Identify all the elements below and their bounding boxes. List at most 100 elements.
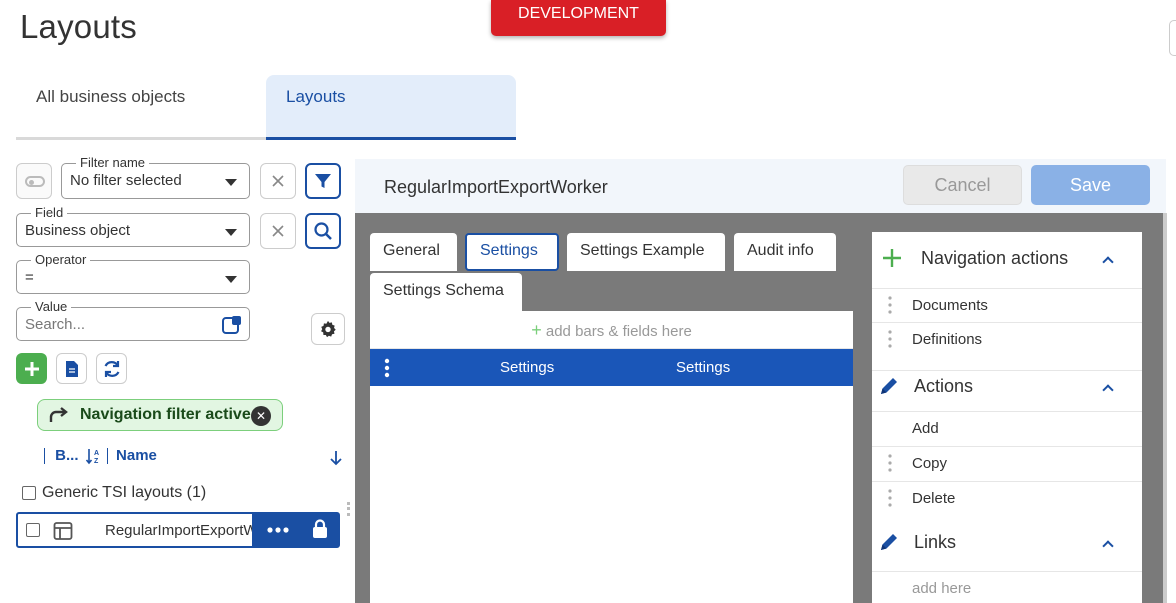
chevron-up-icon[interactable] (1102, 256, 1114, 268)
navigation-filter-chip: Navigation filter active ✕ (37, 399, 283, 431)
list-item[interactable]: Add (872, 411, 1142, 445)
action-add: Add (912, 420, 939, 437)
group-label: Generic TSI layouts (1) (42, 484, 207, 501)
field-value: Business object (25, 222, 131, 239)
corner-button[interactable] (1169, 20, 1176, 56)
field-label: Field (31, 205, 68, 221)
chevron-up-icon[interactable] (1102, 384, 1114, 396)
plus-icon: + (531, 320, 542, 340)
links-title: Links (914, 532, 957, 552)
group-row[interactable]: Generic TSI layouts (1) (22, 484, 206, 502)
column-b[interactable]: B... (55, 447, 78, 464)
navigation-actions-header[interactable]: Navigation actions (872, 246, 1142, 286)
navigation-actions-title: Navigation actions (921, 248, 1069, 268)
redo-arrow-icon (49, 407, 68, 422)
list-item[interactable]: Copy (872, 446, 1142, 480)
action-delete: Delete (912, 490, 956, 507)
actions-panel: Navigation actions Documents Definitions… (872, 232, 1142, 603)
more-icon[interactable] (267, 527, 289, 533)
resize-handle[interactable] (347, 502, 350, 516)
operator-label: Operator (31, 252, 91, 268)
chevron-down-icon (225, 179, 237, 186)
tab-settings[interactable]: Settings (465, 233, 559, 271)
add-bars-dropzone[interactable]: + add bars & fields here (370, 311, 853, 349)
tab-settings-schema[interactable]: Settings Schema (370, 273, 522, 311)
refresh-icon (104, 360, 119, 377)
refresh-button[interactable] (96, 353, 127, 384)
toggle-icon (25, 176, 45, 187)
operator-select[interactable]: Operator = (16, 252, 250, 294)
list-item[interactable]: RegularImportExportWorker (16, 512, 340, 548)
apply-filter-button[interactable] (305, 163, 341, 199)
drag-handle-icon[interactable] (888, 329, 892, 349)
drag-handle-icon[interactable] (384, 358, 390, 378)
tab-settings-example[interactable]: Settings Example (567, 233, 725, 271)
tab-all-business-objects[interactable]: All business objects (16, 75, 266, 140)
drag-handle-icon[interactable] (888, 453, 892, 473)
filter-name-label: Filter name (76, 155, 150, 171)
document-icon (65, 360, 78, 377)
close-icon (272, 175, 284, 187)
item-name: RegularImportExportWorker (105, 522, 255, 539)
funnel-icon (315, 174, 331, 188)
list-item[interactable]: Definitions (872, 322, 1142, 356)
pencil-icon (881, 378, 897, 394)
clear-field-button[interactable] (260, 213, 296, 249)
actions-header[interactable]: Actions (872, 370, 1142, 410)
actions-title: Actions (914, 376, 974, 396)
bar-column-settings: Settings (500, 359, 555, 376)
tab-general[interactable]: General (370, 233, 457, 271)
value-placeholder: Search... (25, 316, 86, 333)
page-title: Layouts (20, 8, 137, 45)
tab-layouts[interactable]: Layouts (266, 75, 516, 140)
tab-audit-info[interactable]: Audit info (734, 233, 836, 271)
drag-handle-icon[interactable] (888, 295, 892, 315)
search-button[interactable] (305, 213, 341, 249)
gear-icon (321, 320, 336, 338)
remove-chip-icon[interactable]: ✕ (251, 406, 271, 426)
environment-badge: DEVELOPMENT (491, 0, 666, 36)
bar-column-settings-2: Settings (676, 359, 731, 376)
nav-action-definitions: Definitions (912, 331, 983, 348)
chevron-down-icon (225, 276, 237, 283)
add-button[interactable] (16, 353, 47, 384)
filter-toggle[interactable] (16, 163, 52, 199)
sort-down-arrow-icon[interactable] (329, 450, 343, 466)
list-column-header: B... AZ Name (44, 447, 157, 465)
chevron-up-icon[interactable] (1102, 540, 1114, 552)
links-add-here: add here (912, 580, 972, 597)
open-dialog-icon[interactable] (221, 314, 243, 336)
list-item[interactable]: Delete (872, 481, 1142, 515)
editor-title: RegularImportExportWorker (384, 177, 608, 197)
settings-button[interactable] (311, 313, 345, 345)
group-checkbox[interactable] (22, 486, 36, 500)
drag-handle-icon[interactable] (888, 488, 892, 508)
nav-action-documents: Documents (912, 297, 988, 314)
list-item[interactable]: Documents (872, 288, 1142, 322)
chevron-down-icon (225, 229, 237, 236)
operator-value: = (25, 269, 34, 286)
cancel-button[interactable]: Cancel (903, 165, 1022, 205)
plus-icon (883, 249, 901, 267)
scrollbar[interactable] (1163, 213, 1167, 603)
value-field[interactable]: Value Search... (16, 299, 250, 341)
action-copy: Copy (912, 455, 948, 472)
pencil-icon (881, 534, 897, 550)
search-icon (314, 222, 332, 240)
svg-text:Z: Z (94, 458, 99, 465)
plus-icon (24, 361, 39, 376)
layout-icon (53, 522, 73, 540)
links-header[interactable]: Links (872, 528, 1142, 570)
close-icon (272, 225, 284, 237)
clear-filter-button[interactable] (260, 163, 296, 199)
lock-icon[interactable] (311, 519, 329, 539)
sort-az-icon[interactable]: AZ (85, 447, 103, 465)
links-dropzone[interactable]: add here (872, 571, 1142, 603)
document-button[interactable] (56, 353, 87, 384)
column-name[interactable]: Name (116, 447, 157, 464)
field-select[interactable]: Field Business object (16, 205, 250, 247)
settings-bar[interactable]: Settings Settings (370, 349, 853, 386)
item-checkbox[interactable] (26, 523, 40, 537)
filter-name-select[interactable]: Filter name No filter selected (61, 155, 250, 199)
save-button[interactable]: Save (1031, 165, 1150, 205)
